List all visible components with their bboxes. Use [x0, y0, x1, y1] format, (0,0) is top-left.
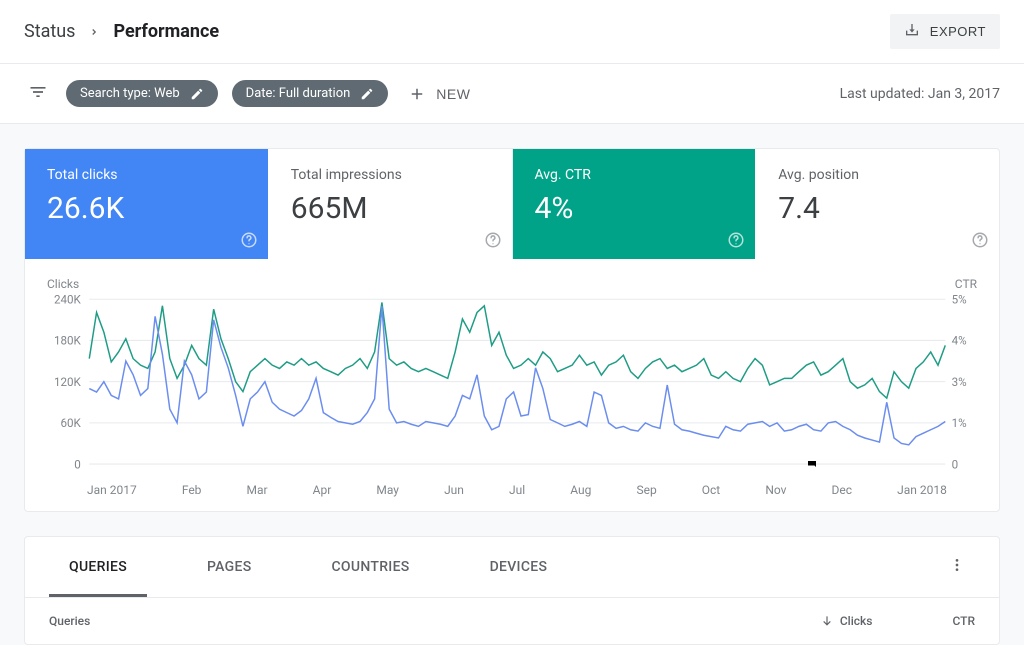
stat-avg-ctr[interactable]: Avg. CTR 4% [513, 149, 757, 259]
top-bar: Status Performance EXPORT [0, 0, 1024, 64]
more-menu-icon[interactable] [939, 547, 975, 587]
x-tick: Sep [636, 483, 656, 497]
filter-icon[interactable] [24, 78, 52, 109]
column-ctr[interactable]: CTR [952, 614, 975, 628]
last-updated: Last updated: Jan 3, 2017 [840, 86, 1000, 102]
tabs-row: QUERIES PAGES COUNTRIES DEVICES [25, 537, 999, 598]
stat-row: Total clicks 26.6K Total impressions 665… [25, 149, 999, 259]
performance-chart[interactable]: 240K 5% 180K 4% 120K 3% 60K 1% 0 0 [47, 295, 977, 475]
filter-chip-search-type[interactable]: Search type: Web [66, 80, 218, 107]
new-filter-button[interactable]: NEW [402, 81, 476, 107]
svg-text:0: 0 [74, 457, 81, 471]
performance-card: Total clicks 26.6K Total impressions 665… [24, 148, 1000, 512]
stat-label: Total impressions [291, 167, 490, 183]
chart-area: Clicks CTR 240K 5% 180K 4% 120K 3% 60K 1% 0 0 Jan… [25, 259, 999, 511]
x-tick: Jun [444, 483, 464, 497]
svg-text:60K: 60K [60, 416, 81, 430]
pencil-icon [190, 87, 204, 101]
stat-value: 7.4 [778, 191, 977, 226]
chip-label: Search type: Web [80, 86, 180, 101]
chevron-right-icon [89, 21, 99, 42]
chip-label: Date: Full duration [246, 86, 351, 101]
x-tick: Apr [313, 483, 332, 497]
svg-text:3%: 3% [952, 375, 967, 389]
export-button[interactable]: EXPORT [890, 14, 1000, 49]
stat-value: 665M [291, 191, 490, 226]
breadcrumb: Status Performance [24, 21, 219, 42]
tab-queries[interactable]: QUERIES [49, 537, 147, 597]
svg-text:0: 0 [952, 457, 959, 471]
page-title: Performance [113, 21, 219, 42]
plus-icon [408, 85, 426, 103]
x-tick: Jan 2017 [87, 483, 137, 497]
svg-text:120K: 120K [54, 375, 82, 389]
column-queries[interactable]: Queries [49, 614, 820, 628]
svg-text:240K: 240K [54, 295, 82, 306]
export-label: EXPORT [930, 24, 986, 39]
tab-devices[interactable]: DEVICES [470, 537, 568, 597]
x-tick: Jul [509, 483, 525, 497]
x-tick: Mar [247, 483, 268, 497]
annotation-marker-icon[interactable] [805, 456, 819, 475]
stat-total-clicks[interactable]: Total clicks 26.6K [25, 149, 269, 259]
x-tick: Nov [765, 483, 786, 497]
arrow-down-icon [820, 614, 834, 628]
stat-value: 4% [535, 191, 734, 226]
svg-text:1%: 1% [952, 416, 967, 430]
tab-pages[interactable]: PAGES [187, 537, 272, 597]
breakdown-card: QUERIES PAGES COUNTRIES DEVICES Queries … [24, 536, 1000, 645]
table-header: Queries Clicks CTR [25, 598, 999, 644]
new-label: NEW [436, 86, 470, 102]
x-tick: Aug [570, 483, 591, 497]
x-tick: Feb [182, 483, 202, 497]
stat-label: Avg. CTR [535, 167, 734, 183]
stat-avg-position[interactable]: Avg. position 7.4 [756, 149, 999, 259]
stat-label: Avg. position [778, 167, 977, 183]
x-axis-ticks: Jan 2017 Feb Mar Apr May Jun Jul Aug Sep Oct Nov De… [47, 483, 977, 497]
column-clicks[interactable]: Clicks [820, 614, 873, 628]
stat-total-impressions[interactable]: Total impressions 665M [269, 149, 513, 259]
right-axis-title: CTR [955, 277, 977, 291]
left-axis-title: Clicks [47, 277, 79, 291]
stat-value: 26.6K [47, 191, 246, 226]
help-icon[interactable] [484, 231, 502, 249]
x-tick: Dec [832, 483, 853, 497]
help-icon[interactable] [240, 231, 258, 249]
x-tick: Jan 2018 [897, 483, 947, 497]
svg-text:4%: 4% [952, 334, 967, 348]
stat-label: Total clicks [47, 167, 246, 183]
svg-text:5%: 5% [952, 295, 967, 306]
pencil-icon [360, 87, 374, 101]
tab-countries[interactable]: COUNTRIES [311, 537, 429, 597]
help-icon[interactable] [971, 231, 989, 249]
x-tick: May [376, 483, 399, 497]
svg-text:180K: 180K [54, 334, 82, 348]
content-area: Total clicks 26.6K Total impressions 665… [0, 124, 1024, 645]
col-clicks-label: Clicks [840, 614, 873, 628]
filter-chip-date[interactable]: Date: Full duration [232, 80, 389, 107]
download-icon [904, 22, 920, 41]
filter-bar: Search type: Web Date: Full duration NEW… [0, 64, 1024, 124]
breadcrumb-root[interactable]: Status [24, 21, 75, 42]
help-icon[interactable] [727, 231, 745, 249]
x-tick: Oct [702, 483, 720, 497]
